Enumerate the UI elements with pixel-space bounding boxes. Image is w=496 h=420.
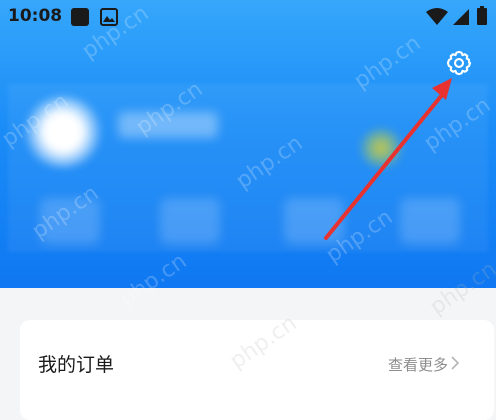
view-more-link[interactable]: 查看更多 [388,354,448,375]
blurred-stat[interactable] [400,198,460,244]
card-title: 我的订单 [38,354,115,376]
signal-icon [452,8,470,30]
blurred-badge [358,128,404,168]
blurred-username [118,112,218,138]
profile-header [0,0,496,288]
avatar[interactable] [24,96,102,168]
battery-icon [476,6,488,30]
chevron-right-icon [448,354,462,372]
image-icon [100,8,118,30]
blurred-stat[interactable] [40,198,100,244]
status-time: 10:08 [8,6,63,26]
notification-square-icon [70,7,90,31]
blurred-stat[interactable] [160,198,220,244]
gear-icon [445,49,473,81]
status-bar: 10:08 [0,0,496,32]
blurred-stat[interactable] [284,198,344,244]
wifi-icon [426,8,448,30]
my-orders-card[interactable]: 我的订单 查看更多 [20,320,494,420]
settings-button[interactable] [444,50,474,80]
